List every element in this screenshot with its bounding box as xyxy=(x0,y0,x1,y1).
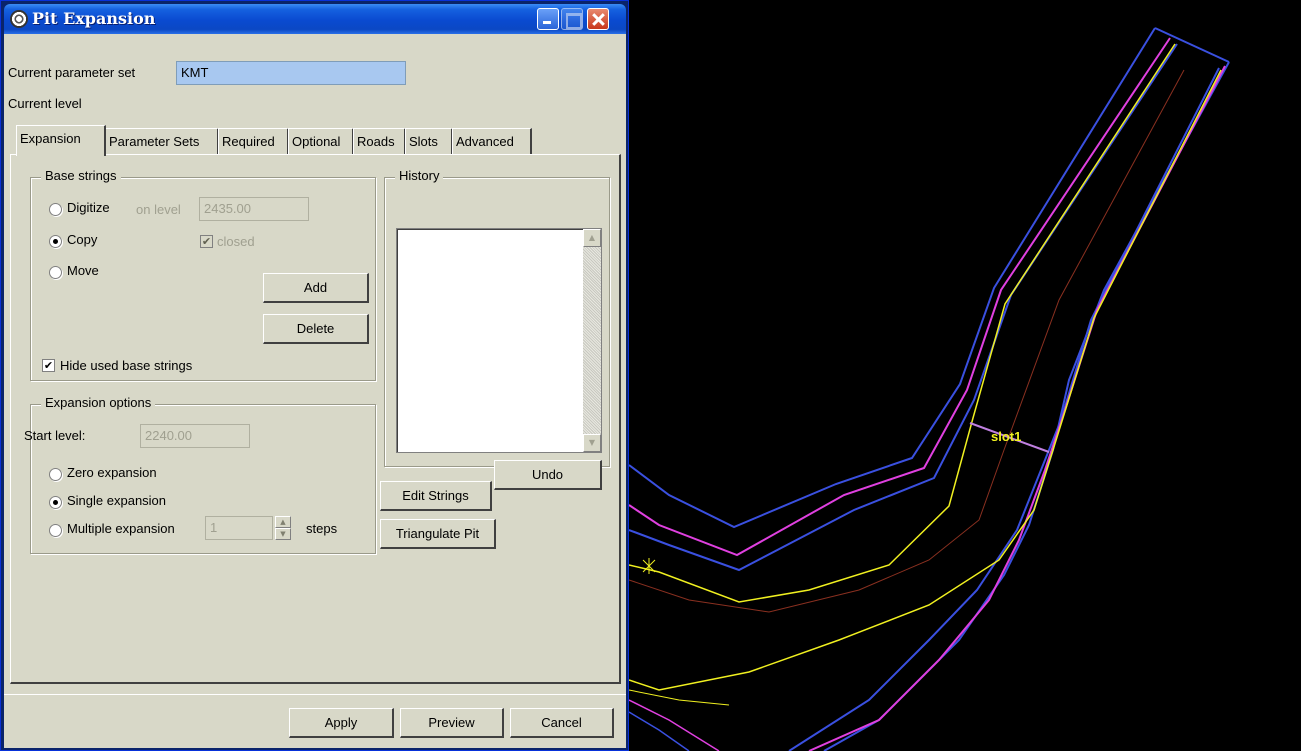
on-level-label: on level xyxy=(136,202,181,217)
outer-string-left xyxy=(629,27,1156,529)
edit-strings-button[interactable]: Edit Strings xyxy=(380,481,492,511)
app-icon xyxy=(10,10,28,28)
tab-required[interactable]: Required xyxy=(218,128,289,155)
current-level-label: Current level xyxy=(8,96,82,111)
copy-radio[interactable] xyxy=(49,235,62,248)
zero-expansion-radio[interactable] xyxy=(49,468,62,481)
history-list[interactable]: ▲ ▼ xyxy=(396,228,602,453)
tab-slots[interactable]: Slots xyxy=(405,128,453,155)
crest-string-right xyxy=(629,69,1222,691)
pit-string-right xyxy=(808,65,1226,751)
preview-button[interactable]: Preview xyxy=(400,708,504,738)
single-expansion-radio[interactable] xyxy=(49,496,62,509)
hide-used-label[interactable]: Hide used base strings xyxy=(60,358,192,373)
param-set-field[interactable]: KMT xyxy=(176,61,406,85)
spin-up-icon[interactable]: ▲ xyxy=(275,516,291,528)
center-line xyxy=(629,69,1185,613)
dialog-client: Current parameter set KMT Current level … xyxy=(4,34,626,748)
tab-roads[interactable]: Roads xyxy=(353,128,406,155)
start-level-label: Start level: xyxy=(24,428,86,443)
minimize-icon[interactable] xyxy=(537,8,559,30)
lower-string-3 xyxy=(629,689,730,706)
zero-expansion-label[interactable]: Zero expansion xyxy=(67,465,157,480)
cad-viewport[interactable]: slot1 xyxy=(629,0,1301,751)
copy-label[interactable]: Copy xyxy=(67,232,97,247)
tab-parameter-sets[interactable]: Parameter Sets xyxy=(105,128,219,155)
single-expansion-label[interactable]: Single expansion xyxy=(67,493,166,508)
lower-string-2 xyxy=(629,711,690,751)
multiple-expansion-label[interactable]: Multiple expansion xyxy=(67,521,175,536)
cancel-button[interactable]: Cancel xyxy=(510,708,614,738)
move-radio[interactable] xyxy=(49,266,62,279)
window-title: Pit Expansion xyxy=(32,9,156,28)
scroll-down-icon[interactable]: ▼ xyxy=(583,434,601,452)
slot1-label: slot1 xyxy=(991,429,1021,444)
footer-separator xyxy=(4,694,626,695)
param-set-label: Current parameter set xyxy=(8,65,136,80)
closed-checkbox[interactable]: ✔ xyxy=(200,235,213,248)
delete-button[interactable]: Delete xyxy=(263,314,369,344)
expansion-options-title: Expansion options xyxy=(41,395,156,410)
hide-used-checkbox[interactable]: ✔ xyxy=(42,359,55,372)
scroll-up-icon[interactable]: ▲ xyxy=(583,229,601,247)
outer-string-right xyxy=(823,61,1230,751)
tab-optional[interactable]: Optional xyxy=(288,128,354,155)
lower-string-1 xyxy=(629,699,720,751)
pit-string-left xyxy=(629,37,1171,557)
triangulate-pit-button[interactable]: Triangulate Pit xyxy=(380,519,496,549)
pit-expansion-dialog: Pit Expansion Current parameter set KMT … xyxy=(0,0,629,751)
tab-expansion[interactable]: Expansion xyxy=(16,125,106,156)
tab-advanced[interactable]: Advanced xyxy=(452,128,532,155)
on-level-field[interactable]: 2435.00 xyxy=(199,197,309,221)
inner-blue-right xyxy=(788,67,1220,751)
multiple-expansion-radio[interactable] xyxy=(49,524,62,537)
undo-button[interactable]: Undo xyxy=(494,460,602,490)
steps-label: steps xyxy=(306,521,338,536)
start-level-field[interactable]: 2240.00 xyxy=(140,424,250,448)
digitize-label[interactable]: Digitize xyxy=(67,200,110,215)
digitize-radio[interactable] xyxy=(49,203,62,216)
add-button[interactable]: Add xyxy=(263,273,369,303)
base-strings-title: Base strings xyxy=(41,168,121,183)
apply-button[interactable]: Apply xyxy=(289,708,394,738)
title-bar[interactable]: Pit Expansion xyxy=(4,4,626,34)
history-title: History xyxy=(395,168,444,183)
steps-field[interactable]: 1 xyxy=(205,516,273,540)
spin-down-icon[interactable]: ▼ xyxy=(275,528,291,540)
move-label[interactable]: Move xyxy=(67,263,99,278)
pit-design-drawing: slot1 xyxy=(629,27,1230,751)
closed-label: closed xyxy=(217,234,255,249)
maximize-icon[interactable] xyxy=(561,8,583,30)
history-scrollbar[interactable]: ▲ ▼ xyxy=(583,229,601,452)
inner-blue-left xyxy=(629,43,1178,572)
vertex-marker-icon xyxy=(642,558,656,574)
close-icon[interactable] xyxy=(587,8,609,30)
